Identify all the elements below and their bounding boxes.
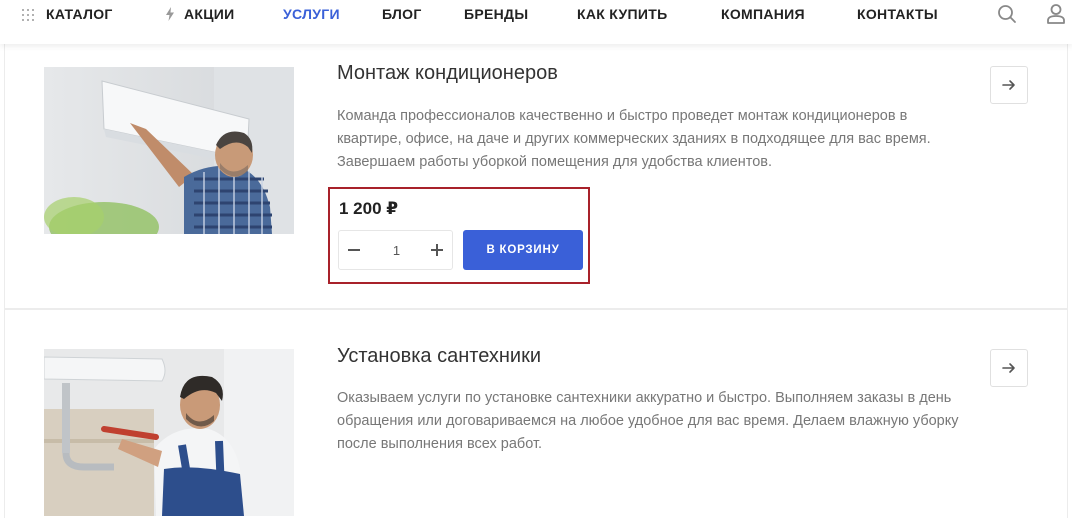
nav-catalog[interactable]: КАТАЛОГ [46, 6, 113, 22]
price: 1 200 ₽ [339, 199, 399, 218]
arrow-right-icon [1002, 363, 1015, 373]
service-card: Монтаж кондиционеров Команда профессиона… [4, 44, 1068, 309]
nav-sale[interactable]: АКЦИИ [184, 6, 235, 22]
buy-box: 1 200 ₽ В КОРЗИНУ [328, 187, 590, 284]
grid-icon [22, 9, 34, 21]
bolt-icon [166, 7, 174, 21]
nav-how-to-buy[interactable]: КАК КУПИТЬ [577, 6, 667, 22]
quantity-stepper [338, 230, 453, 270]
nav-services[interactable]: УСЛУГИ [283, 6, 340, 22]
add-to-cart-button[interactable]: В КОРЗИНУ [463, 230, 583, 270]
plumber-photo[interactable] [44, 349, 294, 516]
quantity-input[interactable] [369, 231, 424, 269]
service-title[interactable]: Монтаж кондиционеров [337, 62, 558, 85]
nav-contacts[interactable]: КОНТАКТЫ [857, 6, 938, 22]
user-icon[interactable] [1046, 3, 1066, 25]
details-button[interactable] [990, 66, 1028, 104]
top-navigation: КАТАЛОГ АКЦИИ УСЛУГИ БЛОГ БРЕНДЫ КАК КУП… [0, 0, 1072, 44]
search-icon[interactable] [997, 4, 1017, 24]
service-description: Команда профессионалов качественно и быс… [337, 108, 931, 170]
arrow-right-icon [1002, 80, 1015, 90]
nav-company[interactable]: КОМПАНИЯ [721, 6, 805, 22]
plus-icon[interactable] [422, 231, 452, 269]
minus-icon[interactable] [339, 231, 369, 269]
service-card: Установка сантехники Оказываем услуги по… [4, 309, 1068, 518]
nav-brands[interactable]: БРЕНДЫ [464, 6, 528, 22]
details-button[interactable] [990, 349, 1028, 387]
nav-blog[interactable]: БЛОГ [382, 6, 422, 22]
service-title[interactable]: Установка сантехники [337, 345, 541, 368]
service-description: Оказываем услуги по установке сантехники… [337, 390, 959, 452]
air-conditioner-installer-photo[interactable] [44, 67, 294, 234]
